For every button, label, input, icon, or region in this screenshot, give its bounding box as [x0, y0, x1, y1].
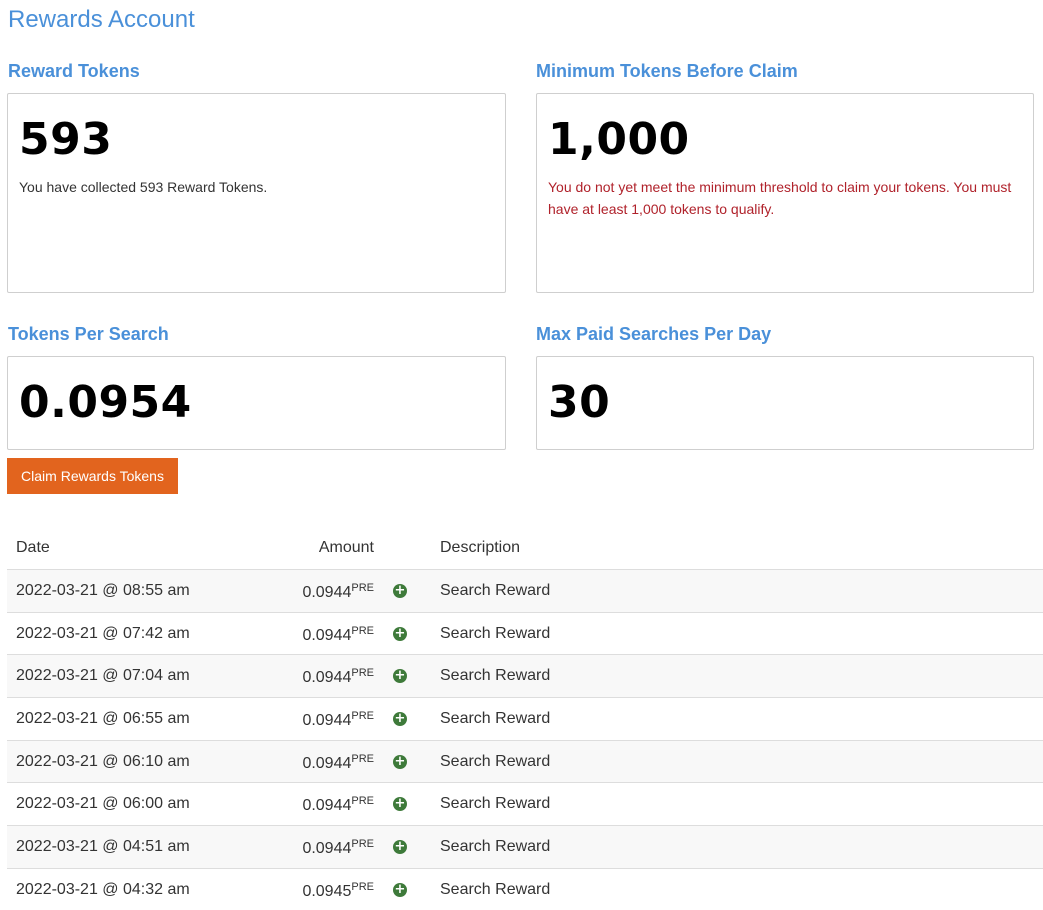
max-paid-searches-label: Max Paid Searches Per Day — [536, 324, 772, 344]
row-amount: 0.0944PRE — [302, 710, 374, 730]
row-date: 2022-03-21 @ 06:55 am — [16, 710, 190, 728]
amount-header: Amount — [318, 539, 374, 556]
row-amount-unit: PRE — [351, 752, 374, 765]
row-amount-unit: PRE — [351, 710, 374, 723]
plus-circle-icon: + — [393, 753, 407, 769]
minimum-threshold-warning: You do not yet meet the minimum threshol… — [548, 179, 1012, 217]
row-date: 2022-03-21 @ 06:00 am — [16, 795, 190, 813]
row-description: Search Reward — [440, 795, 551, 813]
row-amount-unit: PRE — [351, 838, 374, 851]
tokens-per-search-value: 0.0954 — [19, 377, 192, 428]
table-row: 2022-03-21 @ 08:55 am 0.0944PRE + Search Re… — [7, 570, 1043, 613]
row-description: Search Reward — [440, 582, 551, 599]
row-amount-value: 0.0944 — [302, 584, 352, 601]
minimum-tokens-value: 1,000 — [548, 114, 690, 165]
reward-tokens-panel: 593 You have collected 593 Reward Tokens… — [7, 93, 506, 293]
plus-circle-icon: + — [393, 668, 407, 684]
claim-rewards-button[interactable]: Claim Rewards Tokens — [7, 458, 178, 494]
minimum-tokens-panel: 1,000 You do not yet meet the minimum th… — [536, 93, 1034, 293]
row-amount-value: 0.0944 — [302, 754, 352, 772]
row-date: 2022-03-21 @ 04:32 am — [16, 880, 190, 898]
reward-tokens-note: You have collected 593 Reward Tokens. — [19, 179, 268, 195]
plus-circle-icon: + — [393, 711, 407, 727]
max-paid-searches-panel: 30 — [536, 356, 1034, 450]
row-date: 2022-03-21 @ 04:51 am — [16, 838, 190, 856]
row-description: Search Reward — [440, 624, 551, 642]
table-row: 2022-03-21 @ 06:00 am 0.0944PRE + Search Re… — [7, 783, 1043, 827]
row-description: Search Reward — [440, 838, 551, 856]
row-amount: 0.0944PRE — [302, 753, 374, 773]
table-row: 2022-03-21 @ 04:51 am 0.0944PRE + Search Re… — [7, 826, 1043, 869]
date-header: Date — [16, 539, 50, 556]
row-amount-value: 0.0944 — [302, 840, 352, 858]
plus-circle-icon: + — [393, 881, 407, 897]
plus-circle-icon: + — [393, 625, 407, 641]
row-amount-value: 0.0944 — [302, 797, 352, 815]
row-description: Search Reward — [440, 710, 551, 728]
row-amount: 0.0945PRE — [302, 881, 374, 901]
table-header: Date Amount Description — [7, 527, 1043, 570]
row-amount-value: 0.0944 — [302, 712, 352, 730]
tokens-per-search-panel: 0.0954 — [7, 356, 506, 450]
table-row: 2022-03-21 @ 04:32 am 0.0945PRE + Search Re… — [7, 869, 1043, 910]
row-amount: 0.0944PRE — [302, 667, 374, 687]
plus-circle-icon: + — [393, 796, 407, 812]
page-title: Rewards Account — [8, 6, 195, 33]
row-date: 2022-03-21 @ 07:42 am — [16, 624, 190, 642]
row-amount-unit: PRE — [351, 624, 374, 637]
table-row: 2022-03-21 @ 06:10 am 0.0944PRE + Search Re… — [7, 740, 1043, 784]
table-row: 2022-03-21 @ 06:55 am 0.0944PRE + Search Re… — [7, 698, 1043, 741]
row-date: 2022-03-21 @ 07:04 am — [16, 667, 190, 685]
row-amount-unit: PRE — [351, 880, 374, 893]
row-amount: 0.0944PRE — [302, 838, 374, 858]
row-description: Search Reward — [440, 880, 551, 898]
row-amount-unit: PRE — [351, 795, 374, 808]
plus-circle-icon: + — [393, 583, 407, 598]
row-amount-value: 0.0944 — [302, 669, 352, 687]
row-date: 2022-03-21 @ 08:55 am — [16, 582, 190, 599]
plus-circle-icon: + — [393, 839, 407, 855]
row-date: 2022-03-21 @ 06:10 am — [16, 752, 190, 770]
table-row: 2022-03-21 @ 07:42 am 0.0944PRE + Search Re… — [7, 613, 1043, 656]
description-header: Description — [440, 539, 521, 556]
table-row: 2022-03-21 @ 07:04 am 0.0944PRE + Search Re… — [7, 655, 1043, 699]
row-amount: 0.0944PRE — [302, 795, 374, 815]
row-amount-unit: PRE — [351, 667, 374, 680]
row-description: Search Reward — [440, 752, 551, 770]
tokens-per-search-label: Tokens Per Search — [8, 324, 169, 344]
transactions-table: Date Amount Description 2022-03-21 @ 08:… — [7, 527, 1043, 910]
max-paid-searches-value: 30 — [548, 377, 611, 428]
reward-tokens-label: Reward Tokens — [8, 61, 140, 81]
row-description: Search Reward — [440, 667, 551, 685]
minimum-tokens-label: Minimum Tokens Before Claim — [536, 61, 798, 81]
row-amount: 0.0944PRE — [302, 625, 374, 645]
row-amount-value: 0.0944 — [302, 626, 352, 644]
row-amount-value: 0.0945 — [302, 882, 352, 900]
row-amount: 0.0944PRE — [302, 582, 374, 602]
row-amount-unit: PRE — [351, 582, 374, 594]
reward-tokens-value: 593 — [19, 114, 113, 165]
